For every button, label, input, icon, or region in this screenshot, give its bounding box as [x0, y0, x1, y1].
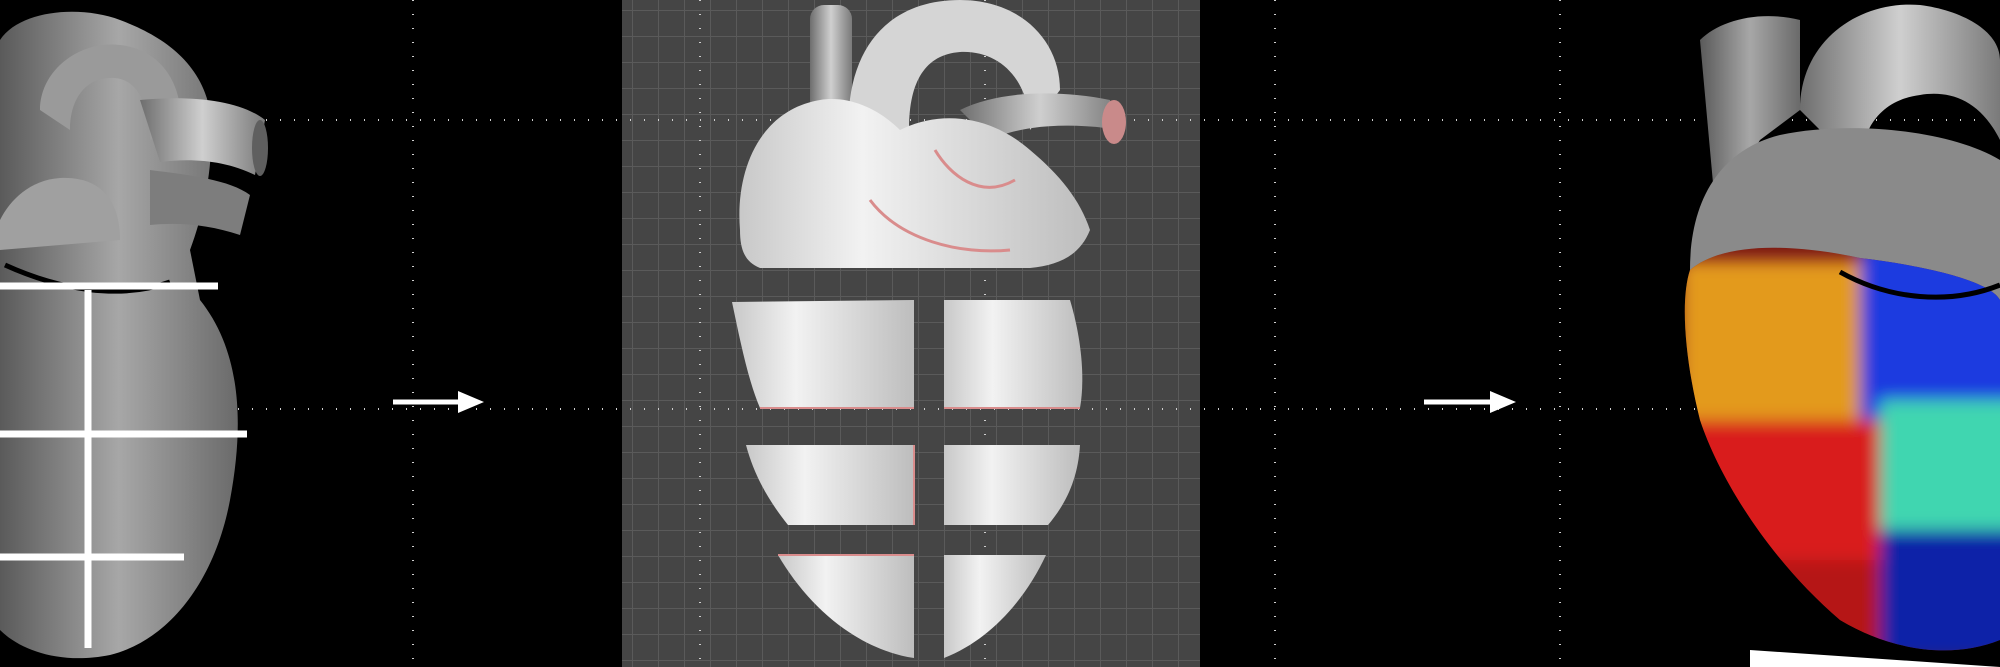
- figure-canvas: [0, 0, 2000, 667]
- center-heart-model: [732, 0, 1126, 658]
- figure-svg: [0, 0, 2000, 667]
- color-segments: [1684, 247, 2000, 651]
- right-heart-model: [1684, 4, 2000, 667]
- left-heart-model: [0, 11, 268, 659]
